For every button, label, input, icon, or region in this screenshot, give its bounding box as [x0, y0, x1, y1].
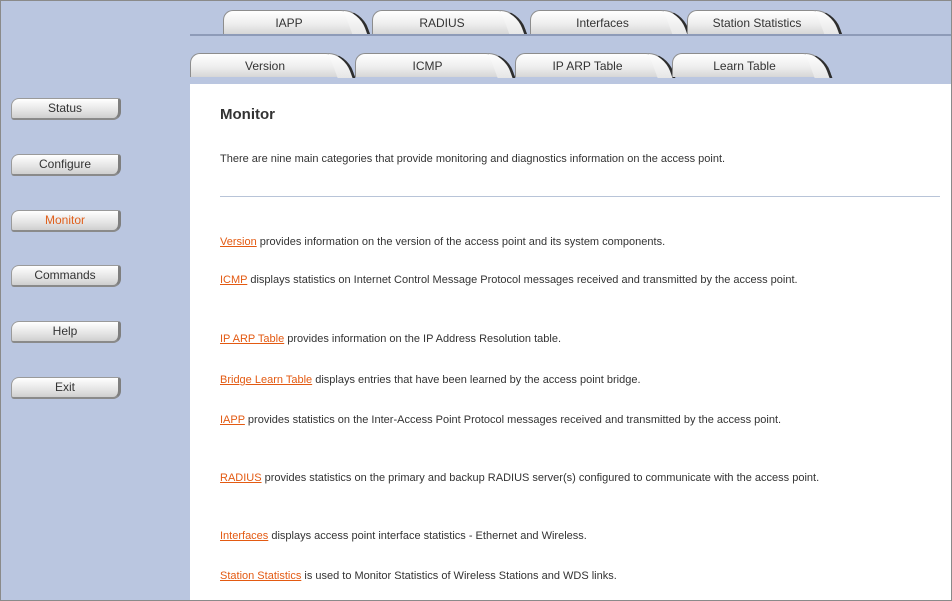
intro-text: There are nine main categories that prov…	[220, 153, 726, 165]
item-description: provides information on the version of t…	[256, 236, 666, 248]
sidebar-button-commands[interactable]: Commands	[11, 265, 121, 287]
item-description: provides statistics on the Inter-Access …	[244, 414, 782, 426]
item-description: displays statistics on Internet Control …	[247, 274, 798, 286]
tab-ip-arp-table[interactable]: IP ARP Table	[515, 53, 676, 78]
iapp-link[interactable]: IAPP	[220, 414, 245, 426]
tab-bar: IAPP RADIUS Interfaces Station Statistic…	[190, 1, 951, 84]
tab-learn-table[interactable]: Learn Table	[672, 53, 833, 78]
tab-icmp[interactable]: ICMP	[355, 53, 516, 78]
tab-station-statistics[interactable]: Station Statistics	[687, 10, 843, 35]
item-description: provides statistics on the primary and b…	[261, 472, 820, 484]
tab-label: ICMP	[412, 59, 443, 73]
tab-edge	[500, 10, 528, 35]
list-item: RADIUS provides statistics on the primar…	[220, 471, 930, 485]
item-description: is used to Monitor Statistics of Wireles…	[301, 570, 617, 582]
interfaces-link[interactable]: Interfaces	[220, 530, 268, 542]
sidebar-button-configure[interactable]: Configure	[11, 154, 121, 176]
tab-edge	[343, 10, 371, 35]
bridge-learn-table-link[interactable]: Bridge Learn Table	[220, 374, 312, 386]
tab-edge	[815, 10, 843, 35]
tab-interfaces[interactable]: Interfaces	[530, 10, 691, 35]
tab-iapp[interactable]: IAPP	[223, 10, 371, 35]
list-item: IAPP provides statistics on the Inter-Ac…	[220, 413, 930, 427]
icmp-link[interactable]: ICMP	[220, 274, 247, 286]
list-item: Bridge Learn Table displays entries that…	[220, 373, 930, 387]
radius-link[interactable]: RADIUS	[220, 472, 262, 484]
divider	[220, 196, 940, 197]
item-description: displays entries that have been learned …	[312, 374, 641, 386]
tab-label: RADIUS	[419, 16, 465, 30]
tab-radius[interactable]: RADIUS	[372, 10, 528, 35]
app-window: IAPP RADIUS Interfaces Station Statistic…	[0, 0, 952, 601]
station-statistics-link[interactable]: Station Statistics	[220, 570, 301, 582]
tab-edge	[328, 53, 356, 78]
list-item: IP ARP Table provides information on the…	[220, 332, 930, 346]
list-item: Version provides information on the vers…	[220, 235, 930, 249]
tab-edge	[488, 53, 516, 78]
sidebar-button-exit[interactable]: Exit	[11, 377, 121, 399]
page-title: Monitor	[220, 106, 275, 123]
item-description: provides information on the IP Address R…	[284, 333, 562, 345]
tab-row-divider	[190, 34, 951, 36]
item-description: displays access point interface statisti…	[268, 530, 587, 542]
version-link[interactable]: Version	[220, 236, 257, 248]
sidebar-button-status[interactable]: Status	[11, 98, 121, 120]
ip-arp-table-link[interactable]: IP ARP Table	[220, 333, 284, 345]
tab-edge	[805, 53, 833, 78]
tab-label: IP ARP Table	[552, 59, 623, 73]
main-content: Monitor There are nine main categories t…	[190, 84, 951, 600]
sidebar-button-monitor[interactable]: Monitor	[11, 210, 121, 232]
tab-label: Station Statistics	[712, 16, 802, 30]
sidebar-button-help[interactable]: Help	[11, 321, 121, 343]
list-item: ICMP displays statistics on Internet Con…	[220, 273, 930, 287]
tab-version[interactable]: Version	[190, 53, 356, 78]
list-item: Station Statistics is used to Monitor St…	[220, 569, 930, 583]
tab-label: IAPP	[275, 16, 303, 30]
tab-label: Interfaces	[576, 16, 629, 30]
sidebar: Status Configure Monitor Commands Help E…	[1, 1, 190, 600]
tab-label: Learn Table	[713, 59, 776, 73]
list-item: Interfaces displays access point interfa…	[220, 529, 930, 543]
tab-label: Version	[244, 59, 286, 73]
